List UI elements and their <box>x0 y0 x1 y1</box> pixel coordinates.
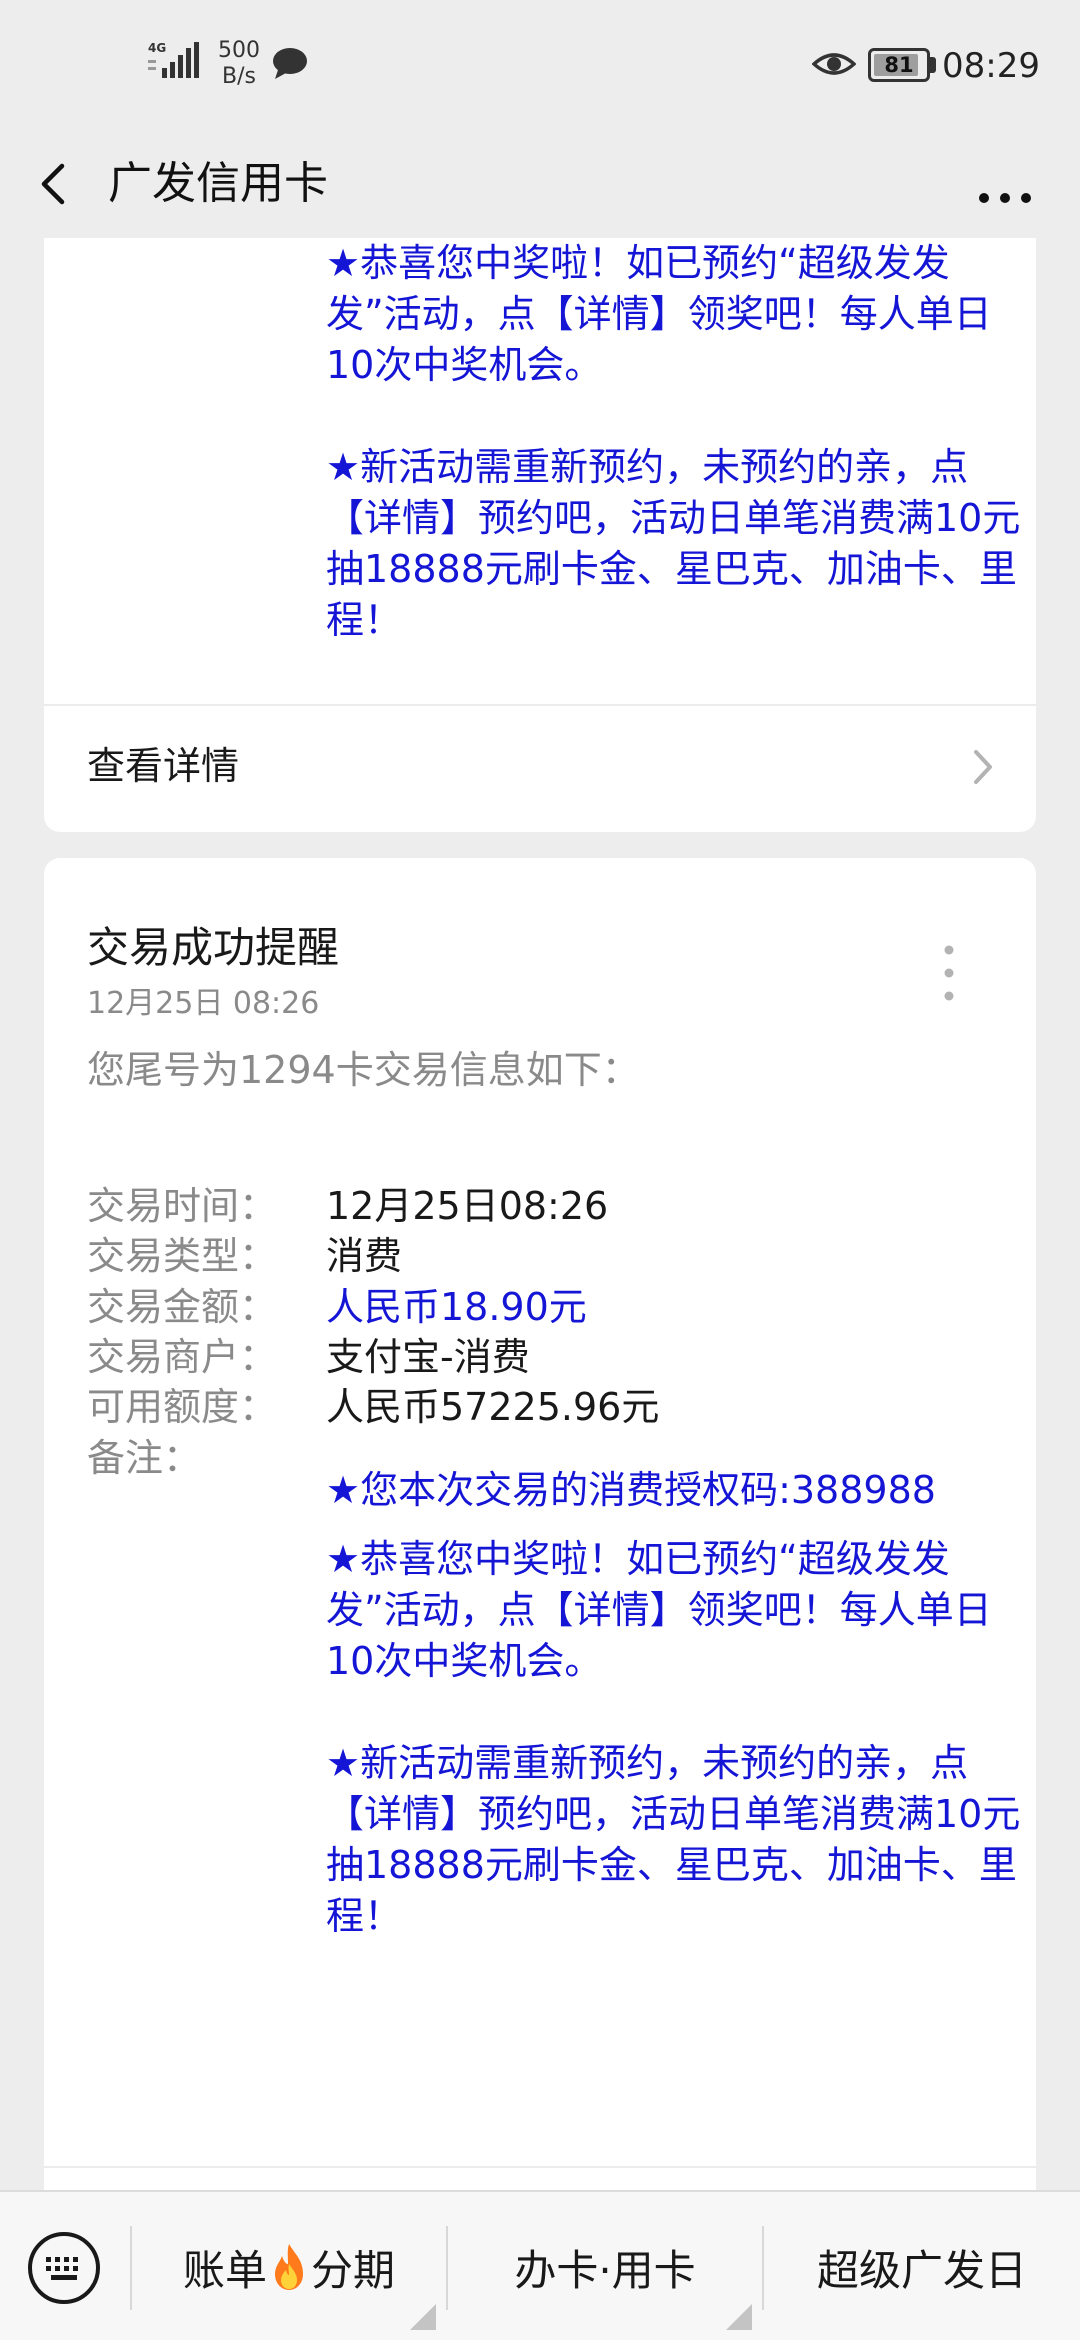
page-title: 广发信用卡 <box>108 158 328 209</box>
clock: 08:29 <box>942 46 1040 86</box>
note-promo-2: ★新活动需重新预约，未预约的亲，点【详情】预约吧，活动日单笔消费满10元抽188… <box>326 1741 1021 1938</box>
back-arrow-icon[interactable] <box>32 152 92 216</box>
fire-icon <box>275 2244 303 2290</box>
row-value-time: 12月25日08:26 <box>326 1184 609 1228</box>
row-label-amount: 交易金额： <box>87 1285 278 1329</box>
menu-item-super-gf-day[interactable]: 超级广发日 <box>764 2192 1080 2340</box>
row-value-credit: 人民币57225.96元 <box>326 1385 660 1429</box>
view-details-button[interactable]: 查看详情 <box>44 706 1036 832</box>
eye-icon <box>812 53 856 75</box>
row-label-merchant: 交易商户： <box>87 1335 278 1379</box>
promo-text-1: ★恭喜您中奖啦！如已预约“超级发发发”活动，点【详情】领奖吧！每人单日10次中奖… <box>326 241 992 387</box>
row-value-merchant: 支付宝-消费 <box>326 1335 530 1379</box>
network-speed: 500 B/s <box>218 38 260 89</box>
row-label-time: 交易时间： <box>87 1184 278 1228</box>
svg-text:4G: 4G <box>148 41 166 55</box>
signal-icon: 4G <box>148 41 199 78</box>
more-options-icon[interactable] <box>970 154 1040 214</box>
row-label-credit: 可用额度： <box>87 1385 278 1429</box>
chat-notification-icon <box>273 48 307 79</box>
view-details-label: 查看详情 <box>87 744 240 788</box>
transaction-message-card: 交易成功提醒 12月25日 08:26 您尾号为1294卡交易信息如下： 交易时… <box>44 858 1036 2198</box>
note-auth-code: ★您本次交易的消费授权码:388988 <box>326 1468 936 1512</box>
card-menu-icon[interactable] <box>934 938 964 1008</box>
menu-item-card-services[interactable]: 办卡·用卡 <box>448 2192 762 2340</box>
submenu-indicator-icon <box>726 2304 752 2330</box>
submenu-indicator-icon <box>410 2304 436 2330</box>
row-value-type: 消费 <box>326 1234 403 1278</box>
message-title: 交易成功提醒 <box>87 923 340 972</box>
bottom-menu: 账单 分期 办卡·用卡 超级广发日 <box>0 2190 1080 2340</box>
battery-level: 81 <box>884 53 914 77</box>
note-promo-1: ★恭喜您中奖啦！如已预约“超级发发发”活动，点【详情】领奖吧！每人单日10次中奖… <box>326 1537 992 1683</box>
message-timestamp: 12月25日 08:26 <box>87 986 320 1021</box>
message-intro: 您尾号为1294卡交易信息如下： <box>87 1048 640 1092</box>
promo-text-2: ★新活动需重新预约，未预约的亲，点【详情】预约吧，活动日单笔消费满10元抽188… <box>326 445 1021 642</box>
row-label-note: 备注： <box>87 1436 202 1480</box>
row-label-type: 交易类型： <box>87 1234 278 1278</box>
keyboard-icon[interactable] <box>26 2230 102 2306</box>
status-bar: 4G 500 B/s 81 08:29 <box>0 0 1080 130</box>
row-value-amount: 人民币18.90元 <box>326 1285 587 1329</box>
nav-bar: 广发信用卡 <box>0 130 1080 238</box>
divider <box>44 2166 1036 2168</box>
chevron-right-icon <box>974 750 992 784</box>
menu-item-bill-installment[interactable]: 账单 分期 <box>132 2192 446 2340</box>
message-card-previous: ★恭喜您中奖啦！如已预约“超级发发发”活动，点【详情】领奖吧！每人单日10次中奖… <box>44 238 1036 832</box>
